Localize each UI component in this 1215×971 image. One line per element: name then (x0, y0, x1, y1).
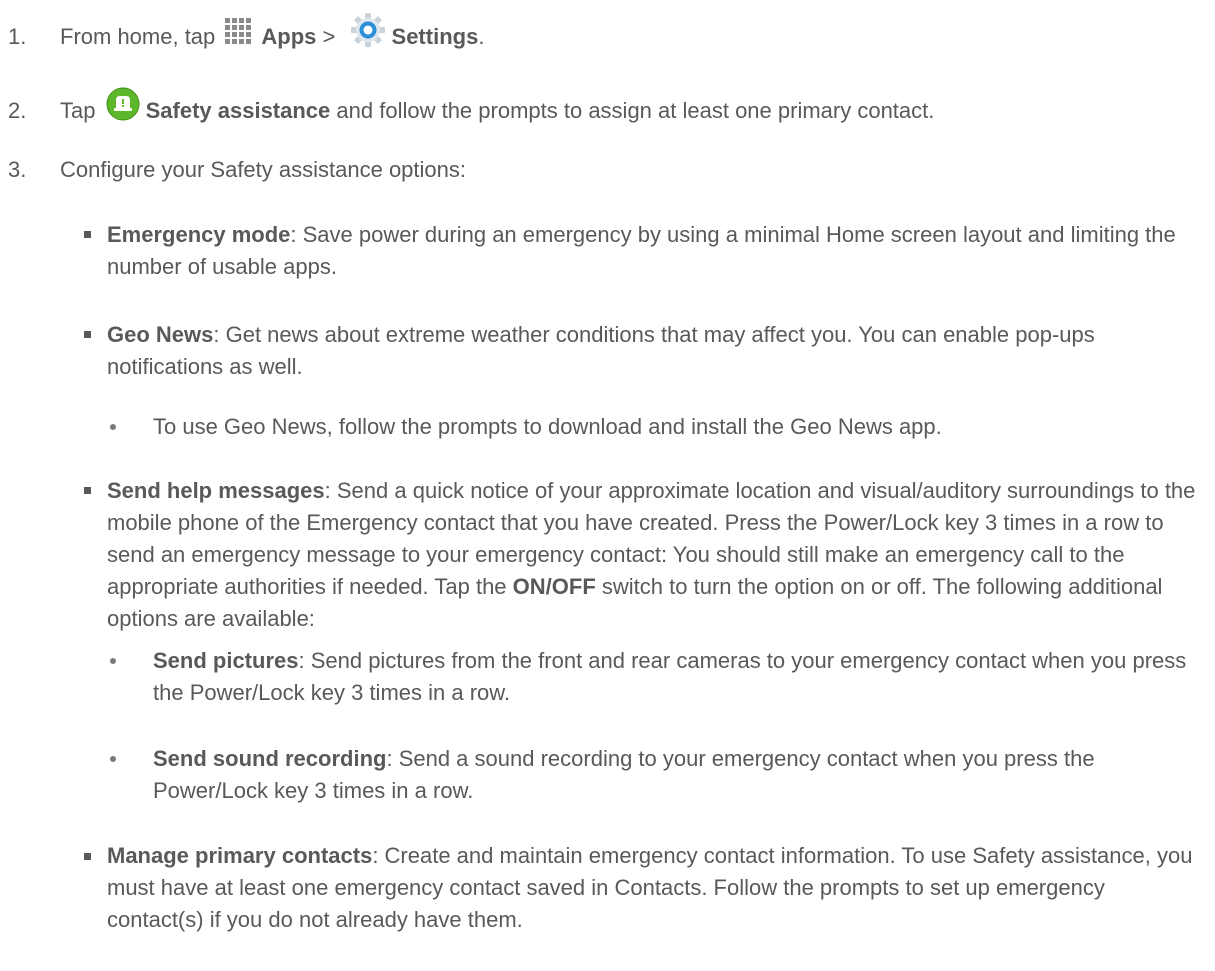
option-term: Manage primary contacts (107, 843, 373, 868)
option-description: : Get news about extreme weather conditi… (107, 322, 1095, 379)
step-1: 1. From home, tap Apps > Settings. (8, 13, 1195, 56)
bullet-square (84, 487, 91, 494)
step-2: 2. Tap Safety assistance and follow the p… (8, 87, 1195, 129)
option-term: Send help messages (107, 478, 325, 503)
on-off-switch-label: ON/OFF (512, 574, 596, 599)
sub-option-send-pictures: Send pictures: Send pictures from the fr… (153, 645, 1205, 709)
step-text: Configure your Safety assistance options… (60, 157, 467, 182)
step-text: Tap (60, 98, 96, 123)
safety-assistance-label: Safety assistance (145, 98, 331, 123)
option-emergency-mode: Emergency mode: Save power during an eme… (107, 219, 1205, 283)
sub-option-description: : Send pictures from the front and rear … (153, 648, 1187, 705)
option-term: Geo News (107, 322, 214, 347)
sub-option-send-sound-recording: Send sound recording: Send a sound recor… (153, 743, 1205, 807)
path-separator: > (322, 23, 336, 49)
option-manage-primary-contacts: Manage primary contacts: Create and main… (107, 840, 1205, 936)
step-number: 2. (8, 98, 27, 123)
sub-option-term: Send sound recording (153, 746, 387, 771)
step-3: 3. Configure your Safety assistance optio… (8, 154, 1195, 186)
step-number: 3. (8, 157, 27, 182)
option-term: Emergency mode (107, 222, 291, 247)
step-number: 1. (8, 23, 27, 49)
bullet-dot (110, 658, 116, 664)
bullet-square (84, 231, 91, 238)
step-text-end: . (478, 23, 485, 49)
settings-label: Settings (391, 23, 479, 49)
geo-news-sub-note: To use Geo News, follow the prompts to d… (153, 414, 942, 439)
apps-grid-icon (225, 18, 252, 44)
option-geo-news: Geo News: Get news about extreme weather… (107, 319, 1205, 383)
apps-label: Apps (261, 23, 317, 49)
option-send-help-messages: Send help messages: Send a quick notice … (107, 475, 1205, 635)
bullet-square (84, 853, 91, 860)
bullet-dot (110, 424, 116, 430)
step-text: From home, tap (60, 23, 216, 49)
settings-gear-icon (350, 13, 385, 47)
step-text-end: and follow the prompts to assign at leas… (336, 98, 935, 123)
safety-assistance-icon (106, 87, 140, 121)
sub-option-term: Send pictures (153, 648, 299, 673)
bullet-square (84, 331, 91, 338)
bullet-dot (110, 756, 116, 762)
